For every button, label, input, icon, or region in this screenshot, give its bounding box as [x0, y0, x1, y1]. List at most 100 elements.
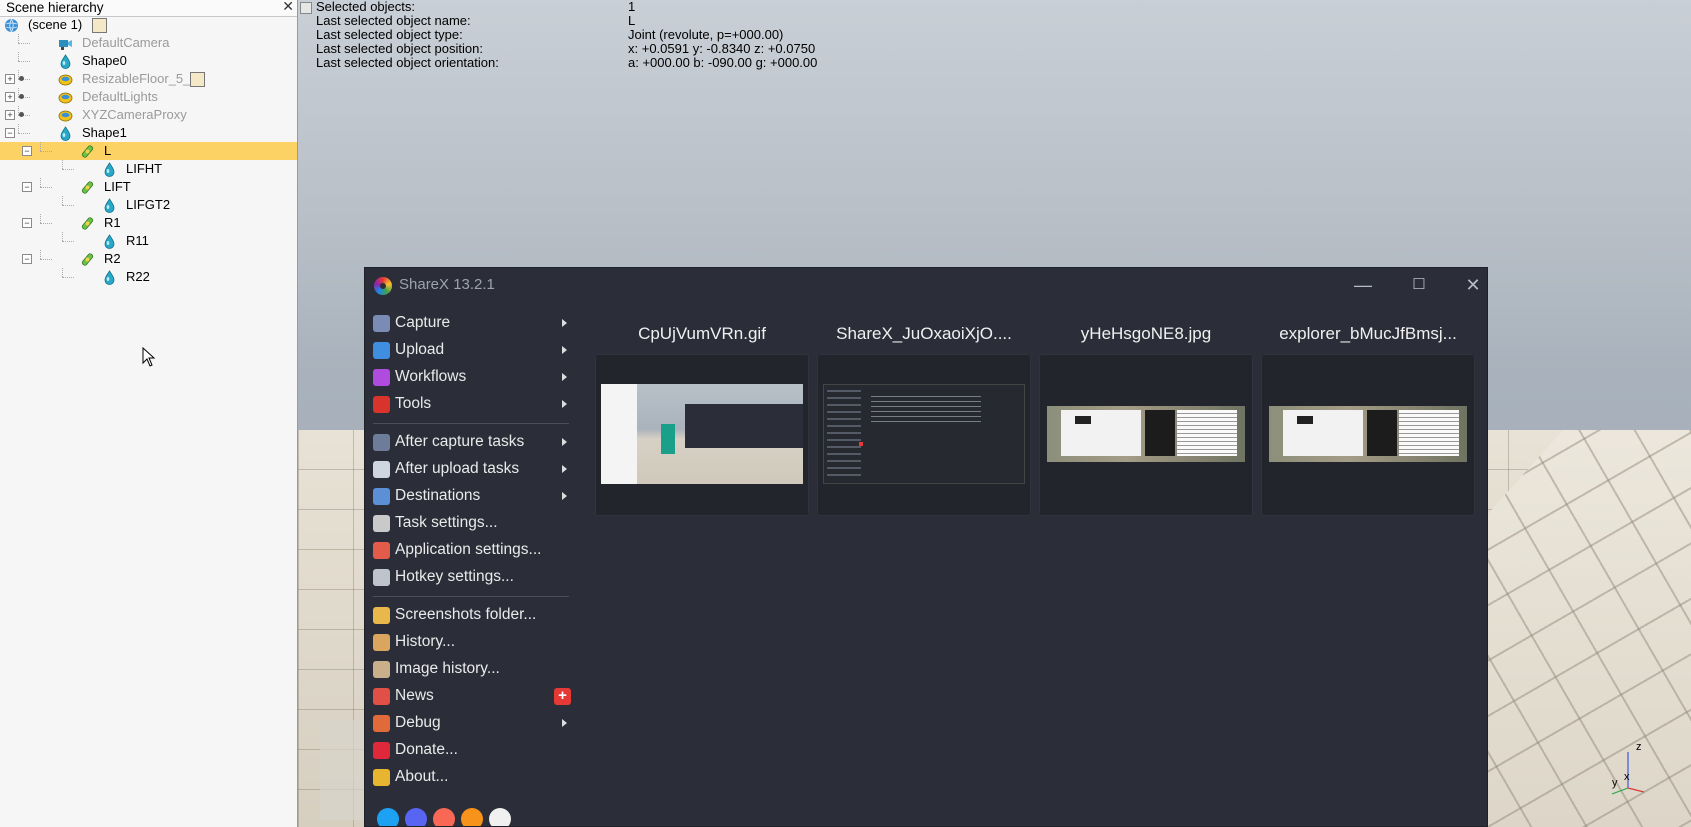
- thumbnail-filename: yHeHsgoNE8.jpg: [1080, 324, 1212, 343]
- scene-hierarchy-title-text: Scene hierarchy: [6, 0, 104, 15]
- tree-connector: [62, 241, 74, 242]
- shape-icon: [102, 270, 117, 285]
- tree-item-label: XYZCameraProxy: [82, 107, 187, 122]
- menu-item-label: Workflows: [395, 368, 467, 385]
- info-row: Selected objects: 1: [316, 0, 635, 14]
- tree-expander[interactable]: −: [22, 254, 32, 264]
- menu-item-label: Destinations: [395, 487, 481, 504]
- tree-item[interactable]: − LIFT: [0, 178, 297, 196]
- tree-item[interactable]: − Shape1: [0, 124, 297, 142]
- tree-item-label: DefaultCamera: [82, 35, 170, 50]
- tree-item-label: LIFT: [104, 179, 131, 194]
- tree-item[interactable]: + DefaultLights: [0, 88, 297, 106]
- tree-expander[interactable]: +: [5, 92, 15, 102]
- menu-item-task-settings[interactable]: Task settings...: [373, 510, 573, 536]
- tree-item[interactable]: R22: [0, 268, 297, 286]
- after-capture-icon: [373, 434, 390, 451]
- recent-captures: CpUjVumVRn.gif ShareX_JuOxaoiXjO.... yHe…: [595, 302, 1475, 522]
- menu-item-donate[interactable]: Donate...: [373, 737, 573, 763]
- menu-item-image-history[interactable]: Image history...: [373, 656, 573, 682]
- keyboard-icon: [373, 569, 390, 586]
- tree-item[interactable]: − R2: [0, 250, 297, 268]
- maximize-button[interactable]: ☐: [1397, 272, 1441, 298]
- patreon-icon[interactable]: [433, 808, 455, 826]
- menu-item-label: About...: [395, 768, 449, 785]
- tree-expander[interactable]: +: [5, 110, 15, 120]
- thumbnail-card[interactable]: yHeHsgoNE8.jpg: [1039, 324, 1253, 516]
- thumbnail-card[interactable]: explorer_bMucJfBmsj...: [1261, 324, 1475, 516]
- tree-expander[interactable]: +: [5, 74, 15, 84]
- script-icon[interactable]: [92, 18, 107, 33]
- discord-icon[interactable]: [405, 808, 427, 826]
- sharex-titlebar[interactable]: ShareX 13.2.1 — ☐ ✕: [365, 268, 1487, 302]
- visibility-dot-icon: [19, 94, 24, 99]
- info-label: Last selected object orientation:: [316, 55, 499, 70]
- menu-item-news[interactable]: News +: [373, 683, 573, 709]
- menu-item-label: Capture: [395, 314, 451, 331]
- tree-item[interactable]: (scene 1): [0, 16, 297, 34]
- menu-item-capture[interactable]: Capture: [373, 310, 573, 336]
- script-icon[interactable]: [190, 72, 205, 87]
- tree-item[interactable]: LIFHT: [0, 160, 297, 178]
- submenu-arrow-icon: [562, 346, 567, 354]
- shape-icon: [102, 162, 117, 177]
- minimize-button[interactable]: —: [1341, 272, 1385, 298]
- shape-icon: [58, 54, 73, 69]
- tree-expander[interactable]: −: [22, 218, 32, 228]
- heart-icon: [373, 742, 390, 759]
- thumbnail-frame: [1261, 354, 1475, 516]
- menu-item-application-settings[interactable]: Application settings...: [373, 537, 573, 563]
- info-value: a: +000.00 b: -090.00 g: +000.00: [628, 55, 818, 70]
- close-icon[interactable]: ✕: [282, 0, 294, 14]
- menu-item-workflows[interactable]: Workflows: [373, 364, 573, 390]
- tree-connector: [62, 205, 74, 206]
- menu-item-upload[interactable]: Upload: [373, 337, 573, 363]
- tree-connector: [40, 250, 41, 259]
- submenu-arrow-icon: [562, 319, 567, 327]
- tree-item-label: ResizableFloor_5_25: [82, 71, 205, 86]
- submenu-arrow-icon: [562, 400, 567, 408]
- bitcoin-icon[interactable]: [461, 808, 483, 826]
- camera-icon: [58, 36, 73, 51]
- shape-icon: [102, 234, 117, 249]
- twitter-icon[interactable]: [377, 808, 399, 826]
- menu-item-hotkey-settings[interactable]: Hotkey settings...: [373, 564, 573, 590]
- tree-item[interactable]: Shape0: [0, 52, 297, 70]
- tree-connector: [62, 160, 63, 169]
- close-button[interactable]: ✕: [1451, 272, 1487, 298]
- tree-item[interactable]: − R1: [0, 214, 297, 232]
- menu-item-screenshots-folder[interactable]: Screenshots folder...: [373, 602, 573, 628]
- tree-item-label: LIFHT: [126, 161, 163, 176]
- tree-item[interactable]: − L: [0, 142, 297, 160]
- tree-expander[interactable]: −: [5, 128, 15, 138]
- menu-item-label: Tools: [395, 395, 432, 412]
- menu-item-destinations[interactable]: Destinations: [373, 483, 573, 509]
- menu-item-after-upload-tasks[interactable]: After upload tasks: [373, 456, 573, 482]
- menu-item-about[interactable]: About...: [373, 764, 573, 790]
- tree-connector: [40, 151, 52, 152]
- thumbnail-card[interactable]: ShareX_JuOxaoiXjO....: [817, 324, 1031, 516]
- info-label: Selected objects:: [316, 0, 416, 14]
- tree-connector: [40, 178, 41, 187]
- thumbnail-filename: ShareX_JuOxaoiXjO....: [836, 324, 1012, 343]
- tree-item[interactable]: + ResizableFloor_5_25: [0, 70, 297, 88]
- tree-item[interactable]: + XYZCameraProxy: [0, 106, 297, 124]
- visibility-dot-icon: [19, 76, 24, 81]
- sharex-logo-icon: [374, 277, 392, 295]
- info-toggle-button[interactable]: [300, 2, 312, 14]
- capture-icon: [373, 315, 390, 332]
- tree-item[interactable]: DefaultCamera: [0, 34, 297, 52]
- tree-expander[interactable]: −: [22, 182, 32, 192]
- menu-item-label: After upload tasks: [395, 460, 520, 477]
- upload-icon: [373, 342, 390, 359]
- menu-item-after-capture-tasks[interactable]: After capture tasks: [373, 429, 573, 455]
- tree-item[interactable]: R11: [0, 232, 297, 250]
- menu-item-tools[interactable]: Tools: [373, 391, 573, 417]
- tree-expander[interactable]: −: [22, 146, 32, 156]
- tree-item[interactable]: LIFGT2: [0, 196, 297, 214]
- github-icon[interactable]: [489, 808, 511, 826]
- menu-item-history[interactable]: History...: [373, 629, 573, 655]
- menu-item-debug[interactable]: Debug: [373, 710, 573, 736]
- thumbnail-card[interactable]: CpUjVumVRn.gif: [595, 324, 809, 516]
- menu-item-label: News: [395, 687, 434, 704]
